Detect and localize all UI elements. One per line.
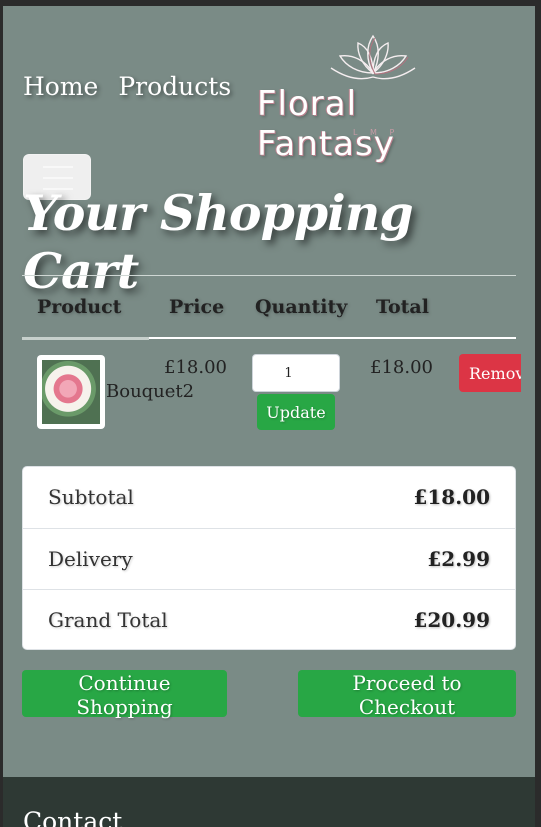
quantity-input[interactable]: [252, 354, 340, 392]
grand-total-value: £20.99: [413, 608, 490, 632]
order-summary-card: Subtotal £18.00 Delivery £2.99 Grand Tot…: [22, 466, 516, 650]
logo-subtitle: L M P: [353, 128, 400, 137]
page-title: Your Shopping Cart: [23, 184, 414, 300]
summary-row-delivery: Delivery £2.99: [23, 528, 515, 589]
footer-contact-heading: Contact: [23, 807, 123, 827]
summary-row-grand-total: Grand Total £20.99: [23, 589, 515, 649]
product-total: £18.00: [370, 357, 433, 378]
column-header-total: Total: [376, 296, 429, 318]
cart-page: Home Products Floral Fantasy L M P Your …: [3, 6, 535, 827]
main-navigation: Home Products: [23, 72, 231, 101]
proceed-to-checkout-button[interactable]: Proceed to Checkout: [298, 670, 516, 719]
menu-bar-icon: [43, 166, 73, 168]
floral-fantasy-logo[interactable]: Floral Fantasy L M P: [253, 28, 503, 164]
subtotal-label: Subtotal: [48, 485, 134, 509]
logo-name: Floral Fantasy: [257, 84, 395, 164]
delivery-label: Delivery: [48, 547, 133, 571]
update-quantity-button[interactable]: Update: [257, 394, 335, 430]
nav-products-link[interactable]: Products: [118, 72, 231, 101]
menu-bar-icon: [43, 177, 73, 179]
grand-total-label: Grand Total: [48, 608, 168, 632]
product-price: £18.00: [164, 357, 227, 378]
delivery-value: £2.99: [427, 547, 490, 571]
column-header-quantity: Quantity: [255, 296, 348, 318]
bouquet-image: [42, 360, 100, 424]
summary-row-subtotal: Subtotal £18.00: [23, 467, 515, 528]
header-divider-accent: [22, 337, 149, 340]
subtotal-value: £18.00: [413, 485, 490, 509]
table-top-rule: [22, 275, 516, 276]
continue-shopping-button[interactable]: Continue Shopping: [22, 670, 227, 719]
column-header-product: Product: [37, 296, 122, 318]
remove-item-button[interactable]: Remove: [459, 354, 521, 392]
lotus-icon: [330, 34, 416, 80]
product-image: [37, 355, 105, 429]
column-header-price: Price: [169, 296, 225, 318]
product-name: Bouquet2: [106, 381, 195, 402]
page-footer: Contact: [3, 777, 535, 827]
nav-home-link[interactable]: Home: [23, 72, 98, 101]
